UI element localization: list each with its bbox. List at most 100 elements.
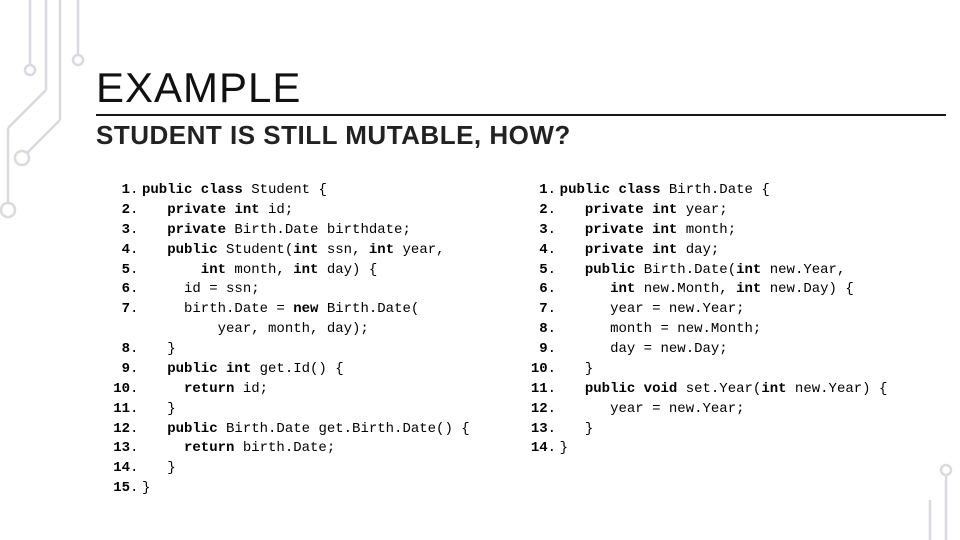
line-number: 6 [514,280,548,300]
slide-title: EXAMPLE [96,64,920,112]
line-number: 2 [96,201,130,221]
code-line: 7. year = new.Year; [514,300,888,320]
line-number: 12 [514,400,548,420]
code-line: 3. private int month; [514,221,888,241]
line-body: } [142,340,176,360]
code-line: 6. int new.Month, int new.Day) { [514,280,888,300]
code-line: 10. } [514,360,888,380]
line-number: 6 [96,280,130,300]
line-number: 14 [514,439,548,459]
line-number: 3 [514,221,548,241]
line-number: 1 [514,181,548,201]
code-line: 8. month = new.Month; [514,320,888,340]
code-line: 9. public int get.Id() { [96,360,470,380]
code-right: 1. public class Birth.Date {2. private i… [514,181,888,499]
line-dot: . [548,280,560,300]
line-number: 8 [96,340,130,360]
code-line: 4. private int day; [514,241,888,261]
line-number: 10 [96,380,130,400]
code-line: 2. private int id; [96,201,470,221]
line-number: 11 [514,380,548,400]
line-dot: . [130,221,142,241]
code-line: 11. } [96,400,470,420]
code-line: 3. private Birth.Date birthdate; [96,221,470,241]
line-dot: . [130,201,142,221]
line-body: public Birth.Date(int new.Year, [560,261,846,281]
title-rule [96,114,946,116]
line-body: public class Birth.Date { [560,181,770,201]
line-dot: . [548,221,560,241]
line-dot: . [130,340,142,360]
line-body: return id; [142,380,268,400]
line-number: 4 [514,241,548,261]
code-line: 7. birth.Date = new Birth.Date( [96,300,470,320]
line-body: year = new.Year; [560,300,745,320]
line-number: 7 [96,300,130,320]
line-body: id = ssn; [142,280,260,300]
line-dot [130,320,142,340]
line-dot: . [548,360,560,380]
code-line: 14. } [514,439,888,459]
line-dot: . [130,181,142,201]
line-body: } [142,479,150,499]
line-number: 13 [514,420,548,440]
line-number: 13 [96,439,130,459]
line-body: birth.Date = new Birth.Date( [142,300,419,320]
line-number: 5 [96,261,130,281]
code-line: 5. int month, int day) { [96,261,470,281]
code-line: year, month, day); [96,320,470,340]
line-number: 10 [514,360,548,380]
code-line: 11. public void set.Year(int new.Year) { [514,380,888,400]
line-number: 15 [96,479,130,499]
line-number: 5 [514,261,548,281]
line-dot: . [130,420,142,440]
line-body: private int day; [560,241,720,261]
line-number [96,320,130,340]
line-dot: . [130,459,142,479]
code-line: 10. return id; [96,380,470,400]
line-body: public class Student { [142,181,327,201]
line-body: } [142,459,176,479]
line-number: 9 [96,360,130,380]
line-dot: . [130,360,142,380]
code-line: 4. public Student(int ssn, int year, [96,241,470,261]
line-dot: . [548,241,560,261]
line-number: 12 [96,420,130,440]
code-line: 5. public Birth.Date(int new.Year, [514,261,888,281]
line-body: public void set.Year(int new.Year) { [560,380,888,400]
line-body: private Birth.Date birthdate; [142,221,411,241]
code-line: 15. } [96,479,470,499]
line-body: } [560,420,594,440]
line-dot: . [548,380,560,400]
line-dot: . [548,340,560,360]
code-line: 9. day = new.Day; [514,340,888,360]
line-body: month = new.Month; [560,320,762,340]
line-dot: . [548,420,560,440]
code-line: 6. id = ssn; [96,280,470,300]
line-dot: . [548,439,560,459]
line-dot: . [130,479,142,499]
line-body: year, month, day); [142,320,369,340]
line-number: 4 [96,241,130,261]
line-body: year = new.Year; [560,400,745,420]
line-body: public Student(int ssn, int year, [142,241,445,261]
line-dot: . [130,241,142,261]
line-dot: . [548,181,560,201]
code-line: 14. } [96,459,470,479]
line-dot: . [130,380,142,400]
line-dot: . [130,439,142,459]
slide-subtitle: STUDENT IS STILL MUTABLE, HOW? [96,120,920,151]
line-number: 3 [96,221,130,241]
line-dot: . [548,300,560,320]
line-body: private int month; [560,221,736,241]
line-body: day = new.Day; [560,340,728,360]
line-dot: . [130,261,142,281]
line-body: public Birth.Date get.Birth.Date() { [142,420,470,440]
code-line: 12. year = new.Year; [514,400,888,420]
line-body: } [142,400,176,420]
line-body: } [560,360,594,380]
code-line: 1. public class Birth.Date { [514,181,888,201]
code-columns: 1. public class Student {2. private int … [96,181,920,499]
code-line: 13. return birth.Date; [96,439,470,459]
line-dot: . [548,201,560,221]
